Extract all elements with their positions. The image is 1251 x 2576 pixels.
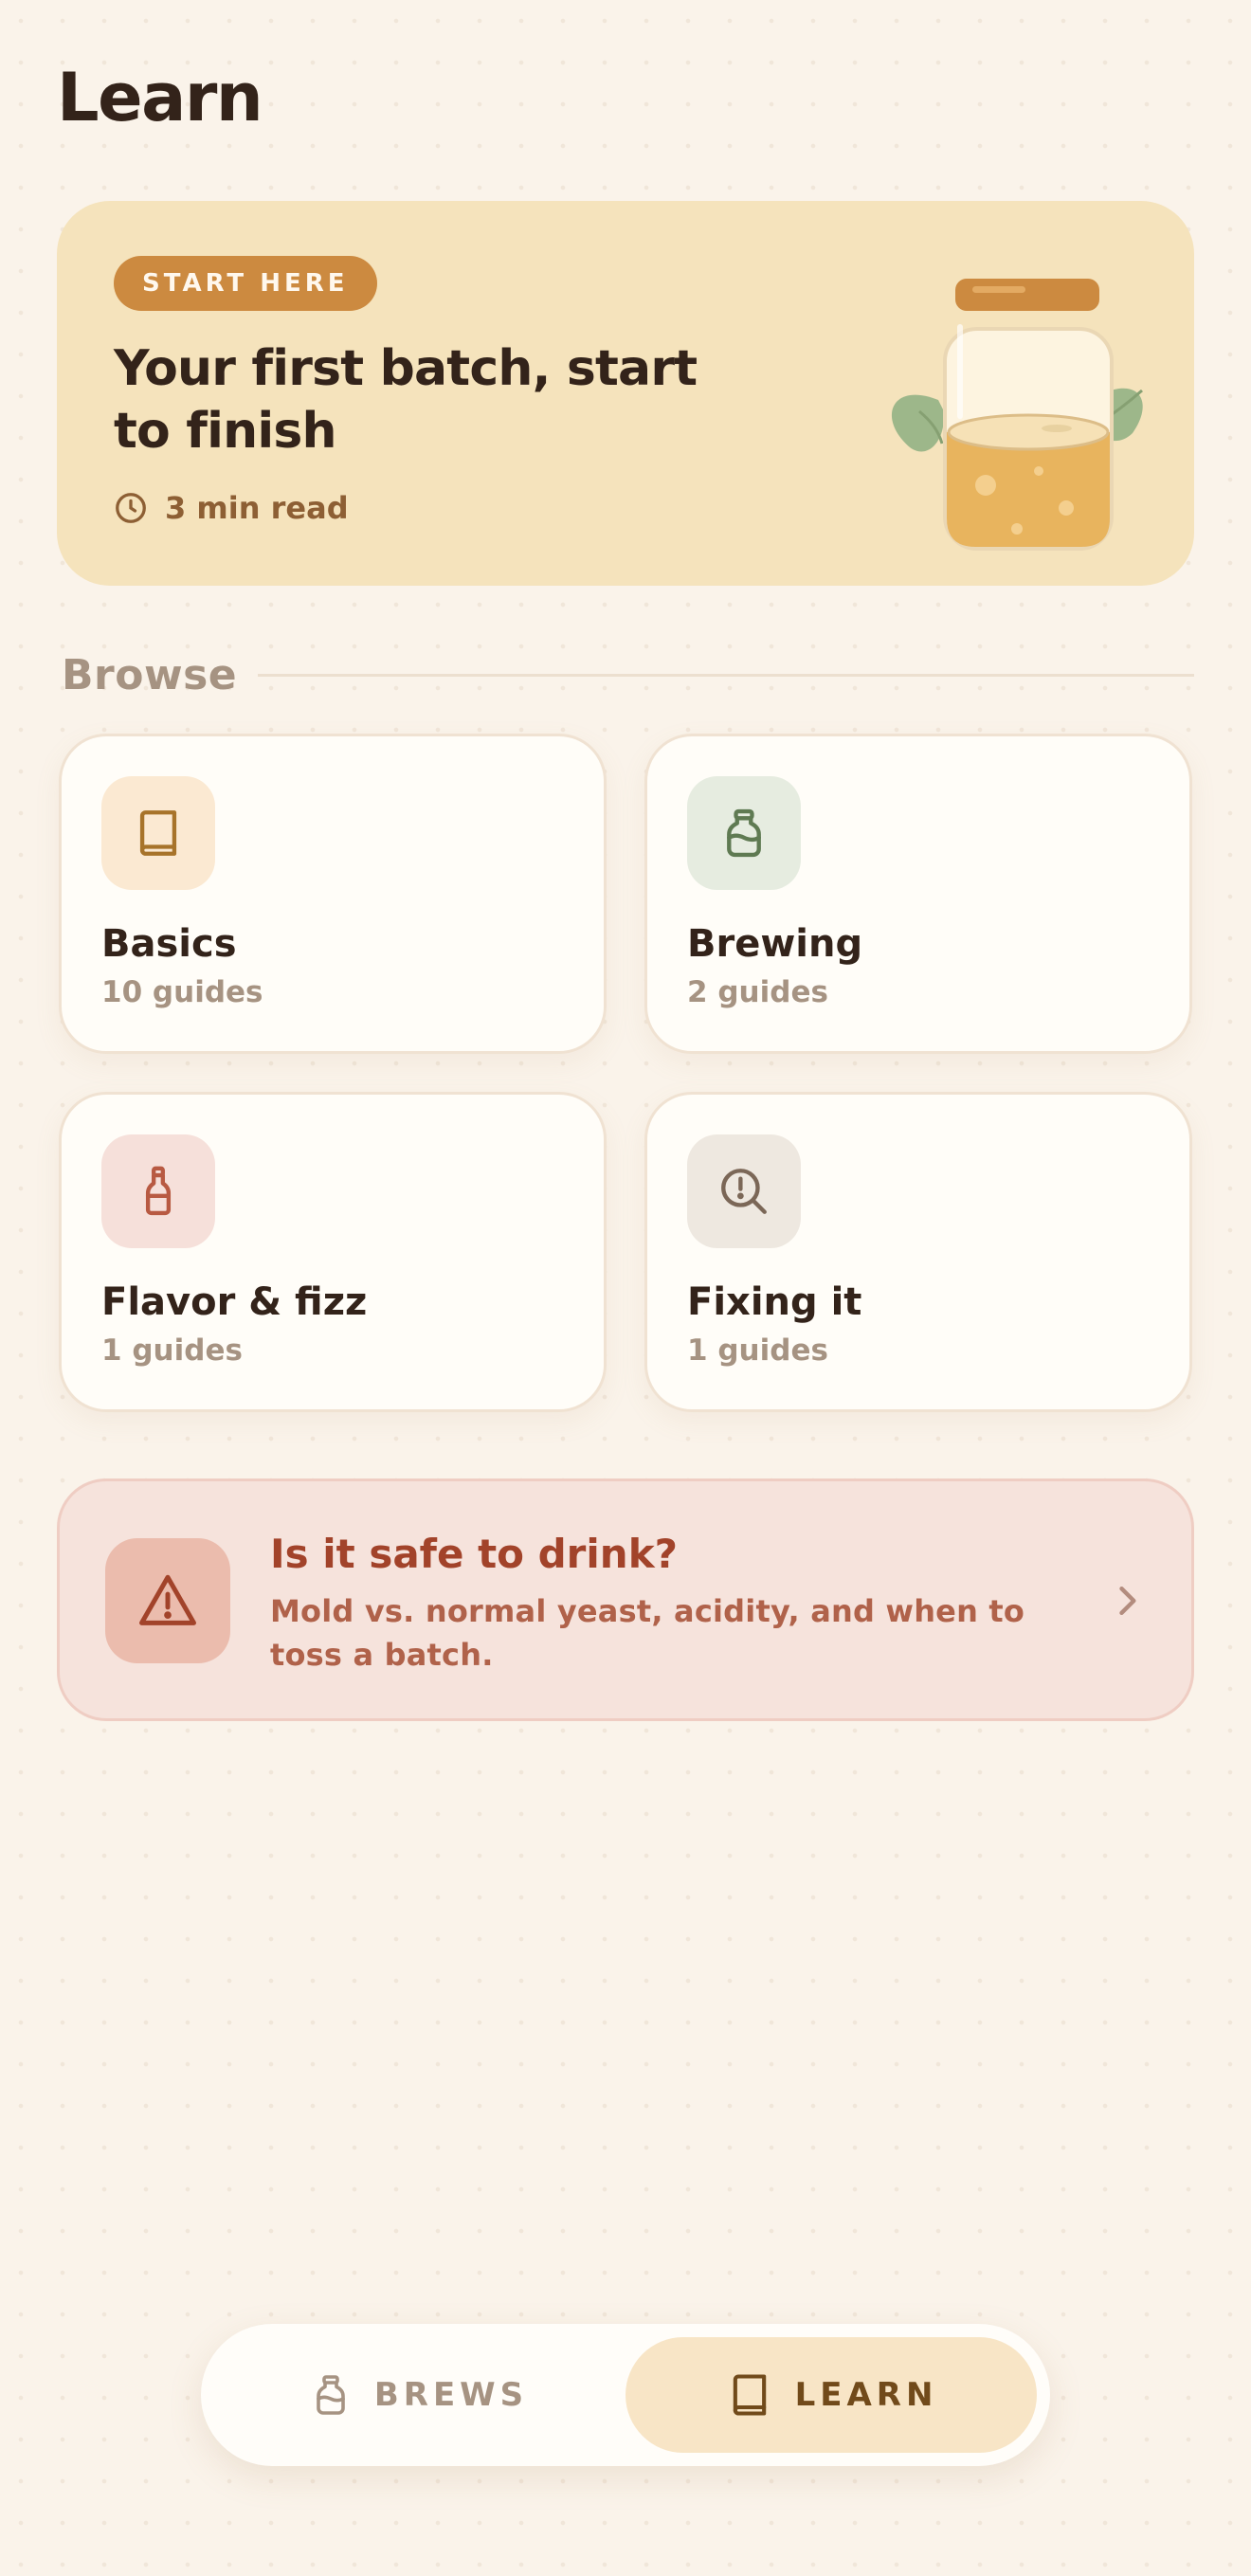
category-title: Fixing it [687,1280,862,1324]
browse-divider [258,673,1194,677]
nav-tab-learn[interactable]: LEARN [626,2337,1037,2453]
category-title: Brewing [687,922,863,966]
safety-description: Mold vs. normal yeast, acidity, and when… [270,1593,1025,1673]
warning-icon [105,1538,230,1663]
category-count: 10 guides [101,975,263,1009]
read-time-label: 3 min read [165,490,349,526]
category-card-brewing[interactable]: Brewing 2 guides [644,734,1192,1054]
kombucha-jar-illustration [891,279,1143,551]
jar-icon [687,776,801,890]
bottle-icon [101,1134,215,1248]
search-alert-icon [687,1134,801,1248]
category-card-basics[interactable]: Basics 10 guides [59,734,607,1054]
safety-title: Is it safe to drink? [270,1531,678,1577]
category-count: 1 guides [687,1333,828,1368]
book-icon [733,2374,766,2416]
book-icon [101,776,215,890]
category-card-fixing-it[interactable]: Fixing it 1 guides [644,1092,1192,1412]
bottom-nav: BREWS LEARN [201,2324,1050,2466]
category-count: 2 guides [687,975,828,1009]
category-count: 1 guides [101,1333,243,1368]
nav-label-learn: LEARN [794,2376,938,2414]
read-time: 3 min read [114,487,349,529]
category-title: Basics [101,922,237,966]
page-title: Learn [57,59,263,136]
category-title: Flavor & fizz [101,1280,368,1324]
browse-title: Browse [62,650,238,699]
category-card-flavor-fizz[interactable]: Flavor & fizz 1 guides [59,1092,607,1412]
hero-title: Your first batch, start to finish [114,340,698,460]
jar-icon [317,2375,345,2415]
safety-card[interactable]: Is it safe to drink? Mold vs. normal yea… [57,1478,1194,1721]
browse-header: Browse [62,648,1194,701]
nav-tab-brews[interactable]: BREWS [214,2337,622,2453]
clock-icon [116,493,146,523]
chevron-right-icon [1119,1586,1136,1616]
start-here-card[interactable]: START HERE Your first batch, start to fi… [57,201,1194,586]
start-here-badge: START HERE [114,256,377,311]
nav-label-brews: BREWS [373,2376,529,2414]
